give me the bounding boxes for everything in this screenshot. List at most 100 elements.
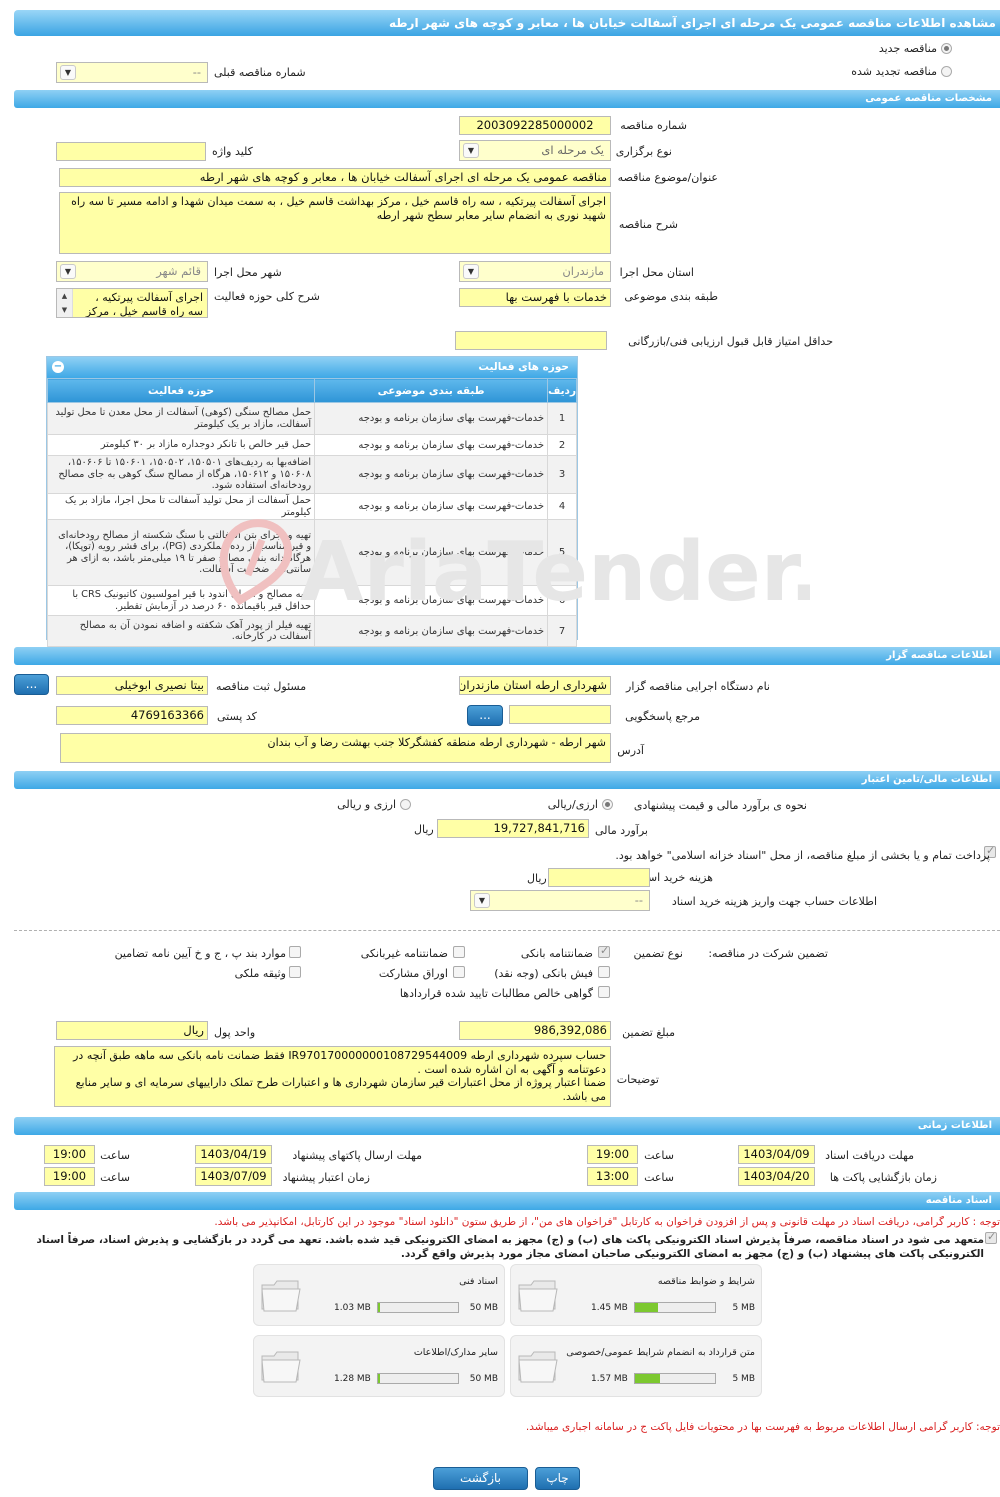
document-card[interactable]: شرایط و ضوابط مناقصه 5 MB 1.45 MB — [510, 1264, 762, 1326]
city-label: شهر محل اجرا — [214, 266, 282, 279]
estimate-field: 19,727,841,716 — [437, 819, 589, 838]
document-used-size: 1.03 MB — [334, 1303, 371, 1313]
account-label: اطلاعات حساب جهت واریز هزینه خرید اسناد — [671, 895, 877, 908]
min-score-field — [455, 331, 607, 350]
activity-row: 3 خدمات-فهرست بهای سازمان برنامه و بودجه ا… — [46, 455, 577, 494]
opening-date: 1403/04/20 — [738, 1167, 815, 1186]
description-label: شرح مناقصه — [618, 218, 678, 231]
estimate-label: برآورد مالی — [595, 824, 648, 837]
receive-time-label: ساعت — [644, 1149, 674, 1162]
document-size-progress — [377, 1373, 459, 1384]
submit-time-label: ساعت — [100, 1149, 130, 1162]
official-label: مسئول ثبت مناقصه — [216, 680, 307, 693]
document-card[interactable]: متن قرارداد به انضمام شرایط عمومی/خصوصی 5… — [510, 1335, 762, 1397]
guarantee-type-label: نوع تضمین — [633, 947, 683, 960]
rial-radio[interactable] — [602, 799, 613, 810]
section-divider — [14, 930, 1000, 931]
bonds-checkbox[interactable] — [453, 966, 465, 978]
activity-row-number: 6 — [547, 585, 577, 616]
cash-checkbox[interactable] — [598, 966, 610, 978]
activities-panel: حوزه های فعالیت − ردیف طبقه بندی موضوعی … — [46, 356, 578, 647]
prev-number-select[interactable]: -- ▼ — [56, 62, 208, 83]
city-select[interactable]: قائم شهر ▼ — [56, 261, 208, 282]
keyword-label: کلید واژه — [212, 145, 253, 158]
general-section-header: مشخصات مناقصه عمومی — [14, 90, 1000, 108]
fx-rial-radio-label: ارزی و ریالی — [337, 798, 396, 811]
new-tender-radio[interactable] — [941, 43, 952, 54]
new-tender-label: مناقصه جدید — [878, 42, 937, 55]
account-select[interactable]: -- ▼ — [470, 890, 650, 911]
activity-row-number: 3 — [547, 455, 577, 494]
col-category: طبقه بندی موضوعی — [314, 378, 549, 403]
activities-table: ردیف طبقه بندی موضوعی حوزه فعالیت 1 خدمات… — [46, 378, 577, 647]
activity-scope: حمل مصالح سنگی (کوهی) آسفالت از محل معدن… — [46, 402, 316, 435]
document-max-size: 5 MB — [732, 1303, 755, 1313]
guarantee-amount-label: مبلغ تضمین — [622, 1026, 675, 1039]
province-value: مازندران — [562, 264, 604, 278]
claims-checkbox[interactable] — [598, 986, 610, 998]
chevron-down-icon: ▼ — [60, 264, 76, 279]
finance-section-header: اطلاعات مالی/تامین اعتبار — [14, 771, 1000, 789]
org-name-field: شهرداری ارطه استان مازندران — [459, 676, 611, 695]
activity-row: 5 خدمات-فهرست بهای سازمان برنامه و بودجه ت… — [46, 519, 577, 586]
document-used-size: 1.28 MB — [334, 1374, 371, 1384]
keyword-field[interactable] — [56, 142, 206, 161]
document-title: اسناد فنی — [459, 1276, 498, 1287]
reference-more-button[interactable]: ... — [467, 705, 503, 726]
documents-note: توجه : کاربر گرامی، دریافت اسناد در مهلت… — [214, 1216, 1000, 1228]
doc-fee-unit: ریال — [527, 872, 547, 885]
activity-category: خدمات-فهرست بهای سازمان برنامه و بودجه — [314, 402, 549, 435]
province-select[interactable]: مازندران ▼ — [459, 261, 611, 282]
folder-icon — [260, 1348, 302, 1384]
tender-number-field: 2003092285000002 — [459, 116, 611, 135]
renewed-tender-label: مناقصه تجدید شده — [851, 65, 937, 78]
postal-code-field: 4769163366 — [56, 706, 208, 725]
bank-guarantee-label: ضمانتنامه بانکی — [520, 947, 593, 960]
category-label: طبقه بندی موضوعی — [624, 290, 718, 303]
tender-type-label: نوع برگزاری — [615, 145, 672, 158]
reference-field — [509, 705, 611, 724]
print-button[interactable]: چاپ — [535, 1467, 580, 1490]
property-checkbox[interactable] — [289, 966, 301, 978]
document-card[interactable]: سایر مدارک/اطلاعات 50 MB 1.28 MB — [253, 1335, 505, 1397]
activity-row-number: 5 — [547, 519, 577, 586]
treasury-text: پرداخت تمام و یا بخشی از مبلغ مناقصه، از… — [615, 849, 990, 862]
organizer-section-header: اطلاعات مناقصه گزار — [14, 647, 1000, 665]
chevron-down-icon: ▼ — [463, 264, 479, 279]
fx-rial-radio[interactable] — [400, 799, 411, 810]
validity-time-label: ساعت — [100, 1171, 130, 1184]
bonds-label: اوراق مشارکت — [378, 967, 448, 980]
opening-time-label: ساعت — [644, 1171, 674, 1184]
activity-category: خدمات-فهرست بهای سازمان برنامه و بودجه — [314, 455, 549, 494]
reference-label: مرجع پاسخگویی — [625, 710, 700, 723]
document-title: شرایط و ضوابط مناقصه — [657, 1276, 755, 1287]
nonbank-guarantee-checkbox[interactable] — [453, 946, 465, 958]
clauses-checkbox[interactable] — [289, 946, 301, 958]
submit-deadline-date: 1403/04/19 — [195, 1145, 272, 1164]
document-max-size: 50 MB — [469, 1303, 498, 1313]
receive-deadline-label: مهلت دریافت اسناد — [825, 1149, 914, 1162]
chevron-down-icon: ▼ — [474, 893, 490, 908]
col-scope: حوزه فعالیت — [46, 378, 316, 403]
notes-label: توضیحات — [616, 1073, 659, 1086]
subject-field: مناقصه عمومی یک مرحله ای اجرای آسفالت خی… — [59, 168, 611, 187]
tender-type-select[interactable]: یک مرحله ای ▼ — [459, 140, 611, 161]
document-size-fill — [378, 1374, 381, 1383]
official-more-button[interactable]: ... — [14, 674, 49, 695]
document-size-fill — [635, 1374, 660, 1383]
scope-scrollbar[interactable]: ▲ ▼ — [57, 289, 73, 317]
guarantee-currency-field: ریال — [56, 1021, 208, 1040]
activity-scope: اضافه‌بها به ردیف‌های ۱۵۰۵۰۱، ۱۵۰۵۰۲، ۱۵… — [46, 455, 316, 494]
address-field: شهر ارطه - شهرداری ارطه منطقه کفشگرکلا ج… — [60, 733, 611, 763]
prev-number-label: شماره مناقصه قبلی — [214, 66, 306, 79]
renewed-tender-radio[interactable] — [941, 66, 952, 77]
bank-guarantee-checkbox[interactable] — [598, 944, 610, 958]
collapse-icon[interactable]: − — [52, 361, 64, 373]
nonbank-guarantee-label: ضمانتنامه غیربانکی — [360, 947, 448, 960]
document-size-fill — [378, 1303, 380, 1312]
back-button[interactable]: بازگشت — [433, 1467, 528, 1490]
activity-scope: تهیه مصالح و اجرای اندود با قیر امولسیون… — [46, 585, 316, 616]
document-used-size: 1.45 MB — [591, 1303, 628, 1313]
validity-date: 1403/07/09 — [195, 1167, 272, 1186]
document-card[interactable]: اسناد فنی 50 MB 1.03 MB — [253, 1264, 505, 1326]
